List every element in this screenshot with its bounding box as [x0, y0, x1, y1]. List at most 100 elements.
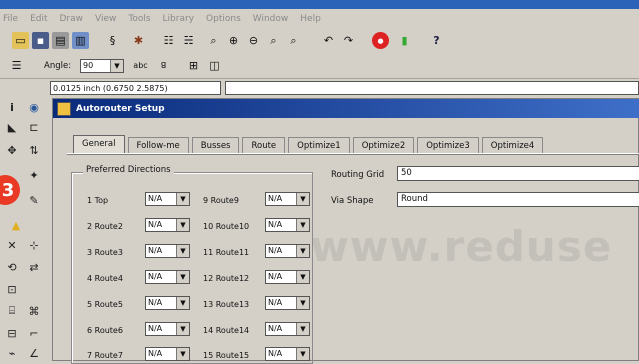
direction-select[interactable]: N/A ▼	[145, 192, 190, 206]
direction-value: N/A	[268, 349, 283, 358]
undo-icon[interactable]: ↶	[320, 32, 337, 49]
tab-follow-me[interactable]: Follow-me	[127, 137, 189, 154]
mirror-icon[interactable]: ⇅	[26, 142, 42, 158]
chevron-down-icon[interactable]: ▼	[176, 297, 189, 309]
zoom-in-icon[interactable]: ⊕	[225, 32, 242, 49]
wire-icon[interactable]: ✦	[26, 167, 42, 183]
direction-select[interactable]: N/A ▼	[265, 322, 310, 336]
menu-window[interactable]: Window	[253, 14, 289, 24]
chevron-down-icon[interactable]: ▼	[176, 245, 189, 257]
direction-select[interactable]: N/A ▼	[265, 270, 310, 284]
menu-tools[interactable]: Tools	[128, 14, 150, 24]
menu-draw[interactable]: Draw	[60, 14, 84, 24]
redo-icon[interactable]: ↷	[340, 32, 357, 49]
zoom-area-icon[interactable]: ⌕	[285, 32, 302, 49]
eye-icon[interactable]: ◉	[26, 99, 42, 115]
grid-alt-icon[interactable]: ☵	[180, 32, 197, 49]
dialog-title-bar[interactable]: Autorouter Setup	[53, 99, 639, 118]
command-input[interactable]	[225, 81, 639, 95]
direction-select[interactable]: N/A ▼	[265, 296, 310, 310]
swap-icon[interactable]: ⇄	[26, 259, 42, 275]
direction-label: 2 Route2	[87, 222, 123, 231]
direction-label: 12 Route12	[203, 274, 250, 283]
print-icon[interactable]: ▤	[52, 32, 69, 49]
component-icon[interactable]: ✱	[130, 32, 147, 49]
grid-toggle-icon[interactable]: ⊞	[185, 57, 202, 74]
direction-select[interactable]: N/A ▼	[145, 218, 190, 232]
arc-icon[interactable]: ⌐	[26, 325, 42, 341]
menu-edit[interactable]: Edit	[30, 14, 47, 24]
chevron-down-icon[interactable]: ▼	[176, 219, 189, 231]
main-toolbar: ▭ ▪ ▤ ▥ § ✱ ☷ ☵ ⌕ ⊕ ⊖ ⌕ ⌕ ↶ ↷ ● ▮ ?	[0, 28, 639, 55]
save-icon[interactable]: ▪	[32, 32, 49, 49]
rotate-icon[interactable]: ⟲	[4, 259, 20, 275]
tab-optimize1[interactable]: Optimize1	[288, 137, 350, 154]
line-icon[interactable]: ∠	[26, 345, 42, 361]
routing-grid-input[interactable]: 50	[397, 166, 639, 181]
watermark: www.reduse	[310, 222, 613, 271]
tab-route[interactable]: Route	[242, 137, 286, 154]
direction-select[interactable]: N/A ▼	[265, 192, 310, 206]
chevron-down-icon[interactable]: ▼	[296, 193, 309, 205]
menu-library[interactable]: Library	[163, 14, 194, 24]
lock-icon[interactable]: ⊡	[4, 281, 20, 297]
angle-select[interactable]: 90 ▼	[80, 59, 124, 73]
route-icon[interactable]: ⊟	[4, 325, 20, 341]
direction-select[interactable]: N/A ▼	[145, 296, 190, 310]
chevron-down-icon[interactable]: ▼	[110, 60, 123, 72]
zoom-icon[interactable]: ⌕	[205, 32, 222, 49]
tab-busses[interactable]: Busses	[191, 137, 240, 154]
menu-help[interactable]: Help	[300, 14, 321, 24]
chevron-down-icon[interactable]: ▼	[296, 245, 309, 257]
move-icon[interactable]: ✥	[4, 142, 20, 158]
tab-optimize2[interactable]: Optimize2	[352, 137, 415, 154]
zoom-fit-icon[interactable]: ⌕	[265, 32, 282, 49]
select-icon[interactable]: ◣	[4, 119, 20, 135]
zoom-out-icon[interactable]: ⊖	[245, 32, 262, 49]
chevron-down-icon[interactable]: ▼	[176, 193, 189, 205]
tab-general[interactable]: General	[73, 135, 125, 154]
menu-options[interactable]: Options	[206, 14, 241, 24]
direction-select[interactable]: N/A ▼	[145, 347, 190, 361]
text-style-icon[interactable]: abc	[132, 57, 149, 74]
ripup-icon[interactable]: ⌁	[4, 345, 20, 361]
chevron-down-icon[interactable]: ▼	[296, 219, 309, 231]
paste-icon[interactable]: ▲	[8, 217, 24, 233]
direction-label: 5 Route5	[87, 300, 123, 309]
chevron-down-icon[interactable]: ▼	[176, 323, 189, 335]
direction-select[interactable]: N/A ▼	[145, 270, 190, 284]
panel-icon[interactable]: ◫	[206, 57, 223, 74]
snap-icon[interactable]: §	[104, 32, 121, 49]
grid-icon[interactable]: ☷	[160, 32, 177, 49]
chevron-down-icon[interactable]: ▼	[176, 348, 189, 360]
direction-select[interactable]: N/A ▼	[145, 322, 190, 336]
chevron-down-icon[interactable]: ▼	[296, 271, 309, 283]
direction-select[interactable]: N/A ▼	[265, 244, 310, 258]
direction-select[interactable]: N/A ▼	[265, 347, 310, 361]
group-icon[interactable]: ⊏	[26, 119, 42, 135]
layer-icon[interactable]: ☰	[8, 57, 25, 74]
menu-file[interactable]: File	[3, 14, 18, 24]
menu-view[interactable]: View	[95, 14, 116, 24]
edit-icon[interactable]: ✎	[26, 192, 42, 208]
add-icon[interactable]: ⊹	[26, 237, 42, 253]
split-icon[interactable]: ⌸	[4, 303, 20, 319]
chevron-down-icon[interactable]: ▼	[296, 297, 309, 309]
open-icon[interactable]: ▭	[12, 32, 29, 49]
tab-optimize4[interactable]: Optimize4	[481, 137, 544, 154]
delete-icon[interactable]: ✕	[4, 237, 20, 253]
info-icon[interactable]: i	[4, 99, 20, 115]
direction-select[interactable]: N/A ▼	[265, 218, 310, 232]
chevron-down-icon[interactable]: ▼	[296, 323, 309, 335]
export-icon[interactable]: ▥	[72, 32, 89, 49]
help-icon[interactable]: ?	[428, 32, 445, 49]
tab-optimize3[interactable]: Optimize3	[417, 137, 479, 154]
chevron-down-icon[interactable]: ▼	[296, 348, 309, 360]
via-shape-select[interactable]: Round	[397, 192, 639, 207]
chevron-down-icon[interactable]: ▼	[176, 271, 189, 283]
battery-icon[interactable]: ▮	[396, 32, 413, 49]
join-icon[interactable]: ⌘	[26, 303, 42, 319]
direction-select[interactable]: N/A ▼	[145, 244, 190, 258]
stop-icon[interactable]: ●	[372, 32, 389, 49]
text-mirror-icon[interactable]: ꓭ	[155, 57, 172, 74]
